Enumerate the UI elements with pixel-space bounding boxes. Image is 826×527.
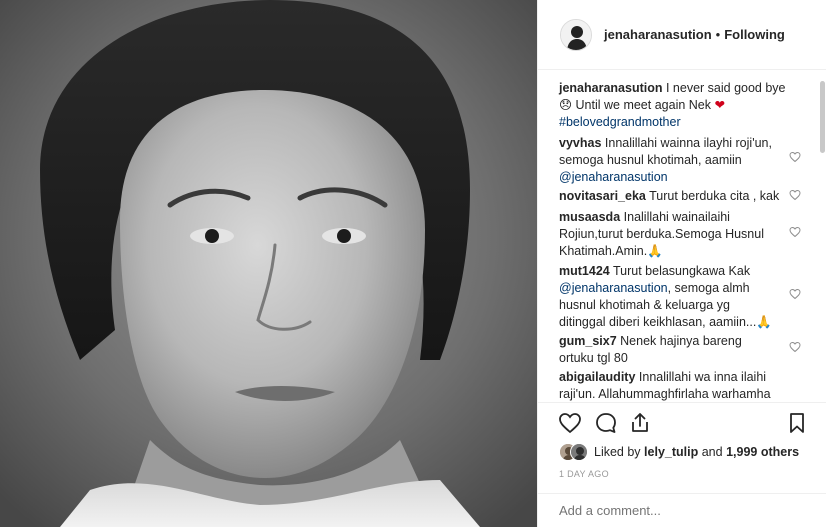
caption-text: I never said good bye xyxy=(665,81,786,95)
hashtag-link[interactable]: #belovedgrandmother xyxy=(559,115,681,129)
portrait-image xyxy=(0,0,537,527)
comment-text: Turut belasungkawa Kak xyxy=(612,264,751,278)
comment-text: semoga husnul khotimah, aamiin xyxy=(559,153,742,167)
post-header: jenaharanasution • Following xyxy=(538,0,826,70)
add-comment-bar xyxy=(538,493,826,527)
follow-status-button[interactable]: Following xyxy=(724,27,785,42)
comment-text: Nenek hajinya bareng xyxy=(620,334,742,348)
comment-text: Innalillahi wa inna ilaihi xyxy=(638,370,767,384)
post-timestamp[interactable]: 1 DAY AGO xyxy=(559,469,609,479)
pray-emoji: 🙏 xyxy=(647,244,663,258)
caption-text-2: Until we meet again Nek xyxy=(575,98,711,112)
post-photo[interactable] xyxy=(0,0,537,527)
comment-text: Inalillahi wainailaihi xyxy=(623,210,730,224)
comment-text: raji'un. Allahummaghfirlaha warhamha xyxy=(559,387,771,401)
comment-like-heart-icon[interactable] xyxy=(789,151,801,163)
likes-conjunction: and xyxy=(701,445,723,459)
post-actions xyxy=(538,402,826,442)
comment-item: gum_six7 Nenek hajinya bareng ortuku tgl… xyxy=(559,333,791,367)
avatar-image xyxy=(561,19,591,50)
likes-row: Liked by lely_tulip and 1,999 others xyxy=(559,440,799,464)
comment-username[interactable]: musaasda xyxy=(559,210,620,224)
liker-avatar-image xyxy=(571,444,587,460)
heart-emoji: ❤ xyxy=(714,98,725,112)
comment-text: , semoga almh xyxy=(667,281,750,295)
liker-username-link[interactable]: lely_tulip xyxy=(644,445,698,459)
author-username[interactable]: jenaharanasution xyxy=(604,27,712,42)
comment-username[interactable]: novitasari_eka xyxy=(559,189,646,203)
likes-prefix: Liked by xyxy=(594,445,641,459)
comment-item: vyvhas Innalillahi wainna ilayhi roji'un… xyxy=(559,135,791,186)
add-comment-input[interactable] xyxy=(559,503,799,518)
mention-link[interactable]: @jenaharanasution xyxy=(559,170,668,184)
comments-scrollbar[interactable] xyxy=(820,81,825,153)
pray-emoji: 🙏 xyxy=(756,315,772,329)
comment-username[interactable]: abigailaudity xyxy=(559,370,635,384)
comment-text: Khatimah.Amin. xyxy=(559,244,648,258)
header-separator: • xyxy=(715,27,721,42)
comment-bubble-icon[interactable] xyxy=(594,411,618,435)
comment-username[interactable]: gum_six7 xyxy=(559,334,617,348)
comments-list[interactable]: jenaharanasution I never said good bye 😞… xyxy=(538,71,826,402)
comment-text: Innalillahi wainna ilayhi roji'un, xyxy=(604,136,772,150)
comment-text: Rojiun,turut berduka.Semoga Husnul xyxy=(559,227,764,241)
comment-text: ditinggal diberi keikhlasan, aamiin... xyxy=(559,315,757,329)
comment-text: husnul khotimah & keluarga yg xyxy=(559,298,730,312)
comment-text: ortuku tgl 80 xyxy=(559,351,628,365)
comment-like-heart-icon[interactable] xyxy=(789,288,801,300)
caption-username[interactable]: jenaharanasution xyxy=(559,81,663,95)
comment-like-heart-icon[interactable] xyxy=(789,189,801,201)
likes-count-link[interactable]: 1,999 others xyxy=(726,445,799,459)
heart-outline-icon[interactable] xyxy=(558,411,582,435)
comment-username[interactable]: vyvhas xyxy=(559,136,601,150)
share-icon[interactable] xyxy=(628,411,652,435)
comment-like-heart-icon[interactable] xyxy=(789,341,801,353)
comment-like-heart-icon[interactable] xyxy=(789,226,801,238)
comment-item: mut1424 Turut belasungkawa Kak @jenahara… xyxy=(559,263,791,331)
likes-summary: Liked by lely_tulip and 1,999 others xyxy=(594,445,799,459)
mention-link[interactable]: @jenaharanasution xyxy=(559,281,668,295)
comment-username[interactable]: mut1424 xyxy=(559,264,610,278)
comment-text: Turut berduka cita , kak xyxy=(649,189,780,203)
comment-item: novitasari_eka Turut berduka cita , kak xyxy=(559,188,791,205)
post-sidebar: jenaharanasution • Following jenaharanas… xyxy=(537,0,826,527)
comment-item: abigailaudity Innalillahi wa inna ilaihi… xyxy=(559,369,791,402)
caption: jenaharanasution I never said good bye 😞… xyxy=(559,80,791,131)
liker-avatar[interactable] xyxy=(570,443,588,461)
bookmark-icon[interactable] xyxy=(785,411,809,435)
author-avatar[interactable] xyxy=(560,18,592,51)
sad-emoji: 😞 xyxy=(559,98,573,112)
comment-item: musaasda Inalillahi wainailaihi Rojiun,t… xyxy=(559,209,791,260)
